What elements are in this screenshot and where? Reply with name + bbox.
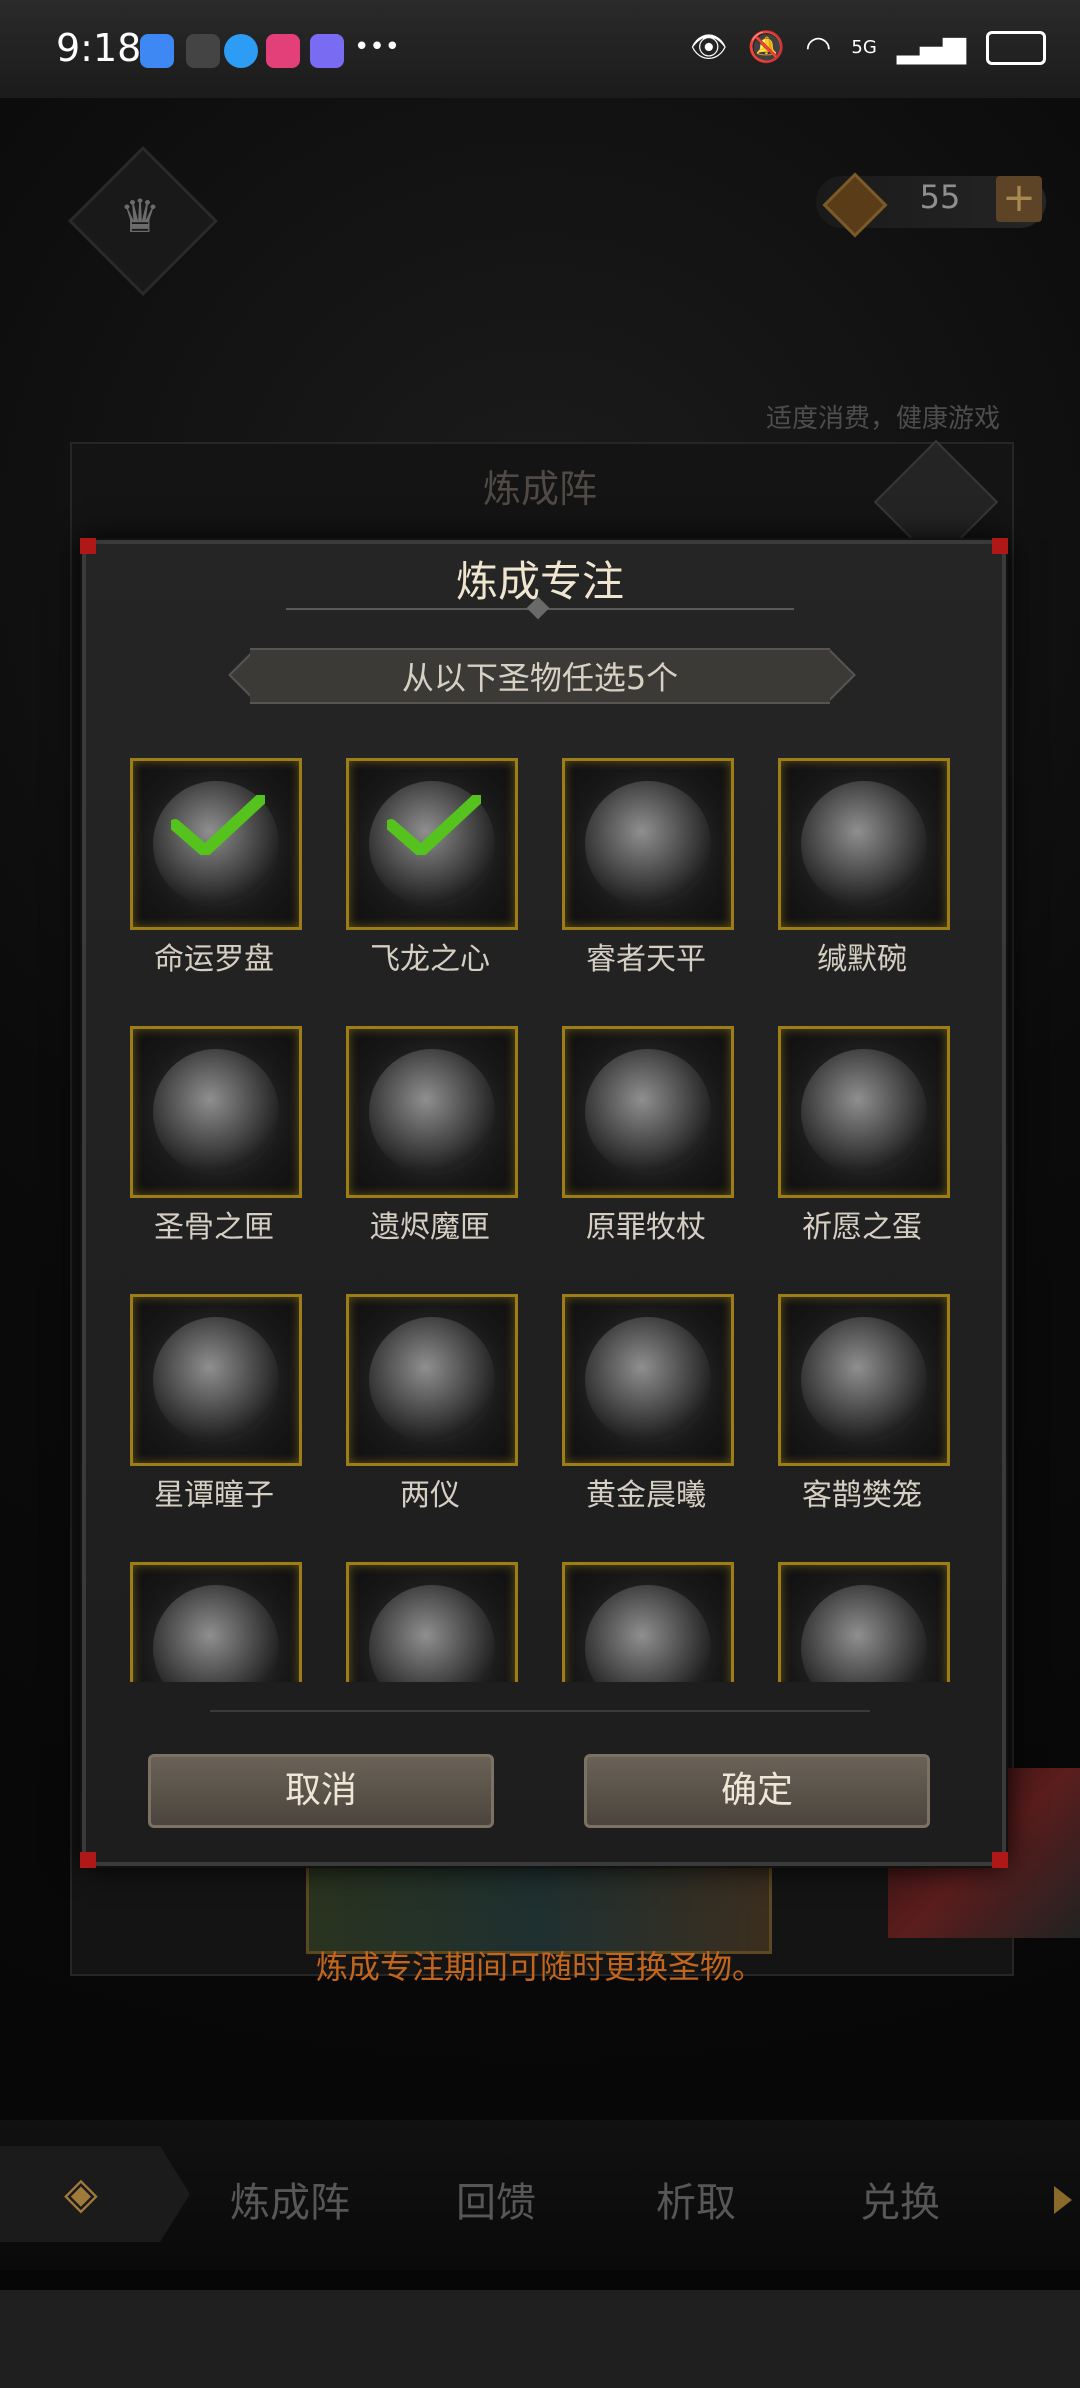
more-notifications-icon: ••• — [354, 32, 401, 62]
relic-artwork — [153, 1585, 279, 1682]
relic-image[interactable] — [346, 1294, 518, 1466]
tab-scroll-arrow-icon[interactable] — [1054, 2186, 1072, 2214]
relic-artwork — [369, 1049, 495, 1175]
relic-image[interactable] — [562, 1562, 734, 1682]
relic-name: 遗烬魔匣 — [370, 1210, 490, 1245]
relic-name: 命运罗盘 — [154, 942, 274, 977]
eye-icon: 👁 — [689, 30, 728, 65]
relic-image[interactable] — [130, 1026, 302, 1198]
relic-name: 缄默碗 — [817, 942, 907, 977]
relic-image[interactable] — [562, 1026, 734, 1198]
relic-artwork — [369, 1585, 495, 1682]
relic-name: 睿者天平 — [586, 942, 706, 977]
security-app-icon — [140, 34, 174, 68]
relic-image[interactable] — [778, 758, 950, 930]
relic-artwork — [153, 1049, 279, 1175]
lofter-icon — [266, 34, 300, 68]
relic-artwork — [801, 1585, 927, 1682]
tab-alchemy[interactable]: 炼成阵 — [230, 2170, 350, 2228]
wifi-icon: ◠ — [805, 30, 832, 65]
status-bar: 9:18 ••• 👁 🔕 ◠ 5G ▂▄▆ — [0, 0, 1080, 98]
relic-image[interactable] — [778, 1026, 950, 1198]
crown-icon[interactable]: ♛ — [114, 190, 166, 242]
relic-artwork — [585, 781, 711, 907]
corner-ornament — [992, 1852, 1008, 1868]
music-icon — [310, 34, 344, 68]
wechat-icon — [186, 34, 220, 68]
relic-artwork — [801, 1049, 927, 1175]
relic-image[interactable] — [130, 1562, 302, 1682]
bottom-hint-text: 炼成专注期间可随时更换圣物。 — [315, 1948, 764, 1986]
currency-value: 55 — [919, 178, 961, 216]
relic-artwork — [369, 1317, 495, 1443]
relic-image[interactable] — [346, 1562, 518, 1682]
relic-image[interactable] — [778, 1294, 950, 1466]
relic-artwork — [585, 1585, 711, 1682]
relic-name: 客鹊樊笼 — [802, 1478, 922, 1513]
health-notice: 适度消费，健康游戏 — [765, 404, 1000, 434]
checkmark-icon — [387, 795, 481, 855]
relic-name: 两仪 — [400, 1478, 460, 1513]
status-time: 9:18 — [56, 26, 142, 70]
battery-icon — [986, 30, 1046, 65]
relic-image[interactable] — [346, 758, 518, 930]
relic-name: 星谭瞳子 — [154, 1478, 274, 1513]
browser-icon — [224, 34, 258, 68]
signal-icon: ▂▄▆ — [896, 30, 966, 65]
mute-bell-icon: 🔕 — [747, 30, 786, 65]
tab-exchange[interactable]: 兑换 — [860, 2170, 940, 2228]
scroll-indicator[interactable] — [210, 1710, 870, 1712]
relic-name: 飞龙之心 — [370, 942, 490, 977]
tab-rewards[interactable]: 回馈 — [456, 2170, 536, 2228]
corner-ornament — [80, 1852, 96, 1868]
cancel-button[interactable]: 取消 — [148, 1754, 494, 1828]
relic-name: 圣骨之匣 — [154, 1210, 274, 1245]
relic-grid: 命运罗盘 飞龙之心 睿者天平 缄默碗圣骨之匣 遗烬魔匣 原罪牧杖 祈愿之蛋星谭瞳子 两仪 黄金晨… — [128, 758, 954, 1682]
relic-name: 原罪牧杖 — [586, 1210, 706, 1245]
confirm-button[interactable]: 确定 — [584, 1754, 930, 1828]
relic-artwork — [585, 1317, 711, 1443]
checkmark-icon — [171, 795, 265, 855]
system-navigation-bar — [0, 2290, 1080, 2388]
relic-image[interactable] — [562, 758, 734, 930]
relic-name: 祈愿之蛋 — [802, 1210, 922, 1245]
relic-name: 黄金晨曦 — [586, 1478, 706, 1513]
relic-image[interactable] — [130, 1294, 302, 1466]
relic-image[interactable] — [562, 1294, 734, 1466]
event-banner-image — [306, 1852, 772, 1954]
add-currency-button[interactable]: + — [996, 176, 1042, 222]
home-diamond-icon[interactable]: ◈ — [64, 2168, 144, 2219]
status-right: 👁 🔕 ◠ 5G ▂▄▆ — [690, 30, 1046, 65]
relic-artwork — [585, 1049, 711, 1175]
relic-image[interactable] — [778, 1562, 950, 1682]
modal-subtitle: 从以下圣物任选5个 — [401, 659, 679, 697]
relic-image[interactable] — [130, 758, 302, 930]
relic-artwork — [153, 1317, 279, 1443]
relic-image[interactable] — [346, 1026, 518, 1198]
network-label: 5G — [851, 37, 877, 58]
relic-artwork — [801, 781, 927, 907]
relic-artwork — [801, 1317, 927, 1443]
tab-extract[interactable]: 析取 — [656, 2170, 736, 2228]
